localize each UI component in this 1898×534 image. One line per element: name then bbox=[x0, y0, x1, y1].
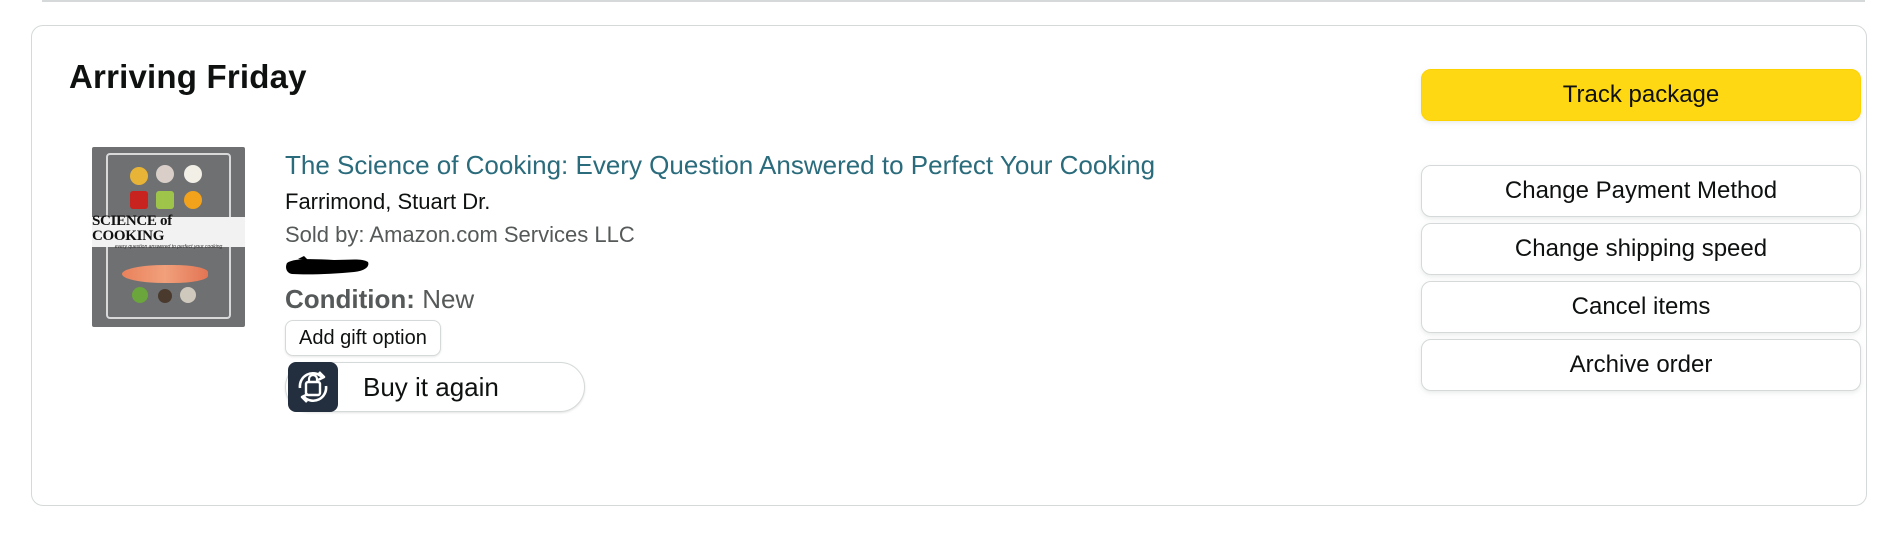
change-shipping-speed-button[interactable]: Change shipping speed bbox=[1421, 223, 1861, 275]
cancel-items-button[interactable]: Cancel items bbox=[1421, 281, 1861, 333]
product-title-link[interactable]: The Science of Cooking: Every Question A… bbox=[285, 150, 1155, 181]
repeat-bag-icon bbox=[288, 362, 338, 412]
cover-title: SCIENCE of COOKING bbox=[92, 212, 172, 244]
order-shipment-card: Arriving Friday SCIENCE of COOKING every… bbox=[31, 25, 1867, 506]
top-divider bbox=[42, 0, 1865, 2]
add-gift-option-button[interactable]: Add gift option bbox=[285, 320, 441, 356]
redacted-price bbox=[286, 256, 369, 275]
condition-label: Condition: bbox=[285, 284, 415, 314]
seller-info: Sold by: Amazon.com Services LLC bbox=[285, 222, 635, 247]
product-image[interactable]: SCIENCE of COOKING every question answer… bbox=[92, 147, 245, 327]
condition-value: New bbox=[422, 284, 475, 314]
delivery-status-heading: Arriving Friday bbox=[69, 58, 307, 95]
buy-it-again-button[interactable]: Buy it again bbox=[285, 362, 585, 412]
buy-it-again-label: Buy it again bbox=[363, 371, 499, 402]
change-payment-method-button[interactable]: Change Payment Method bbox=[1421, 165, 1861, 217]
product-author: Farrimond, Stuart Dr. bbox=[285, 189, 491, 214]
archive-order-button[interactable]: Archive order bbox=[1421, 339, 1861, 391]
cover-subtitle: every question answered to perfect your … bbox=[114, 243, 223, 250]
track-package-button[interactable]: Track package bbox=[1421, 69, 1861, 121]
cover-fish-illustration bbox=[122, 265, 208, 283]
item-condition: Condition: New bbox=[285, 284, 474, 315]
cover-title-band: SCIENCE of COOKING every question answer… bbox=[92, 212, 245, 250]
